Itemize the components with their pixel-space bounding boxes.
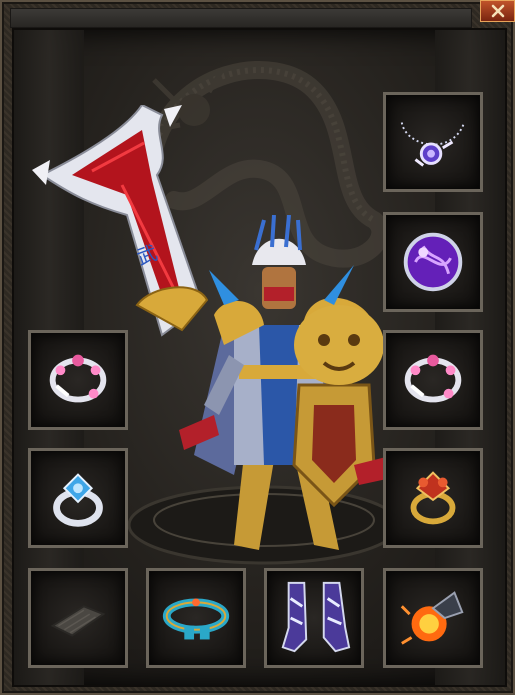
slot-ring-left[interactable] bbox=[28, 448, 128, 548]
empty-slot-icon bbox=[50, 605, 106, 637]
slot-orb[interactable] bbox=[383, 212, 483, 312]
title-bar bbox=[10, 8, 472, 28]
boots-icon bbox=[281, 581, 351, 653]
slot-amulet-empty[interactable] bbox=[28, 568, 128, 668]
belt-icon bbox=[162, 598, 230, 640]
bracelet-icon bbox=[49, 354, 107, 403]
slot-necklace[interactable] bbox=[383, 92, 483, 192]
fire-gem-icon bbox=[400, 591, 464, 645]
blue-gem-ring-icon bbox=[53, 473, 103, 527]
slot-ring-right[interactable] bbox=[383, 448, 483, 548]
slot-gem[interactable] bbox=[383, 568, 483, 668]
red-gem-ring-icon bbox=[410, 471, 456, 525]
great-sword-icon[interactable]: 武 bbox=[32, 105, 217, 345]
slot-bracelet-right[interactable] bbox=[383, 330, 483, 430]
slot-boots[interactable] bbox=[264, 568, 364, 668]
slot-bracelet-left[interactable] bbox=[28, 330, 128, 430]
necklace-icon bbox=[400, 122, 466, 167]
close-button[interactable] bbox=[480, 0, 515, 22]
slot-belt[interactable] bbox=[146, 568, 246, 668]
bracelet-icon bbox=[404, 354, 462, 403]
close-x-icon bbox=[491, 4, 504, 18]
purple-orb-icon bbox=[403, 232, 463, 292]
